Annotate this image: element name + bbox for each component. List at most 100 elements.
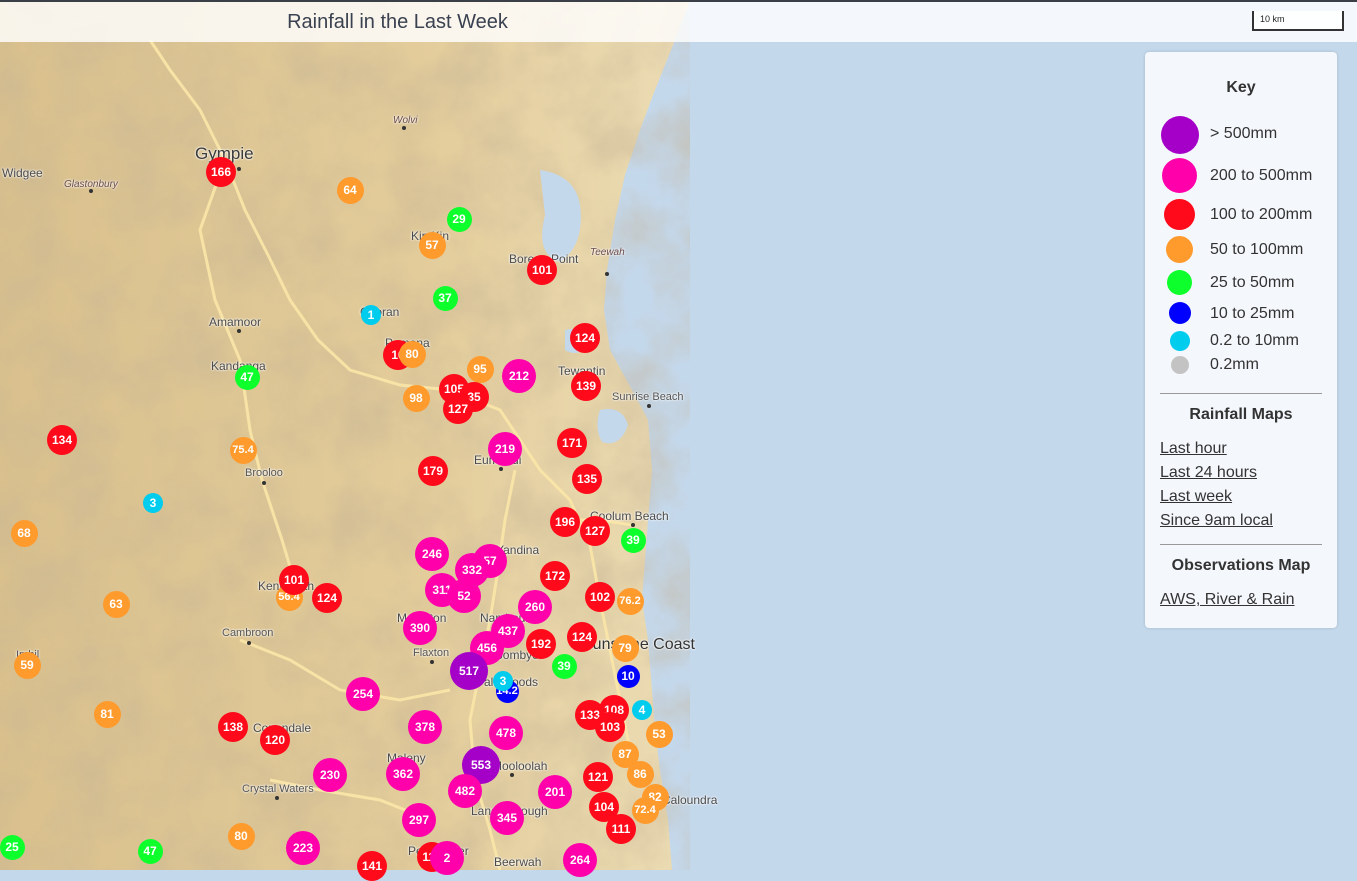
rainfall-marker[interactable]: 63 bbox=[102, 590, 130, 618]
rainfall-marker[interactable]: 134 bbox=[47, 425, 77, 455]
rainfall-marker[interactable]: 254 bbox=[346, 677, 380, 711]
legend-label: 25 to 50mm bbox=[1210, 274, 1295, 291]
rainfall-marker[interactable]: 223 bbox=[286, 831, 320, 865]
rainfall-marker[interactable]: 124 bbox=[567, 622, 597, 652]
rainfall-marker[interactable]: 246 bbox=[415, 537, 449, 571]
rainfall-marker[interactable]: 135 bbox=[572, 464, 602, 494]
rainfall-marker[interactable]: 362 bbox=[386, 757, 420, 791]
rainfall-marker[interactable]: 95 bbox=[466, 355, 494, 383]
rainfall-marker[interactable]: 139 bbox=[571, 371, 601, 401]
rainfall-marker[interactable]: 4 bbox=[632, 700, 652, 720]
rainfall-marker[interactable]: 141 bbox=[357, 851, 387, 881]
rainfall-marker[interactable]: 212 bbox=[502, 359, 536, 393]
rainfall-marker[interactable]: 260 bbox=[518, 590, 552, 624]
legend-swatch-100-200 bbox=[1164, 199, 1195, 230]
place-label: Beerwah bbox=[494, 855, 542, 869]
legend-label: 100 to 200mm bbox=[1210, 206, 1313, 223]
rainfall-marker[interactable]: 37 bbox=[432, 285, 458, 311]
town-dot bbox=[237, 329, 241, 333]
rainfall-marker[interactable]: 101 bbox=[527, 255, 557, 285]
rainfall-marker[interactable]: 25 bbox=[0, 834, 25, 860]
place-label: Brooloo bbox=[245, 467, 283, 479]
rainfall-marker[interactable]: 68 bbox=[10, 519, 38, 547]
rainfall-marker[interactable]: 76.2 bbox=[616, 587, 644, 615]
rainfall-marker[interactable]: 29 bbox=[446, 206, 472, 232]
town-dot bbox=[605, 272, 609, 276]
town-dot bbox=[247, 641, 251, 645]
divider bbox=[1160, 544, 1322, 545]
legend-item: 200 to 500mm bbox=[1145, 158, 1337, 194]
rainfall-marker[interactable]: 101 bbox=[279, 565, 309, 595]
town-dot bbox=[402, 126, 406, 130]
rainfall-marker[interactable]: 124 bbox=[312, 583, 342, 613]
rainfall-marker[interactable]: 482 bbox=[448, 774, 482, 808]
rainfall-marker[interactable]: 103 bbox=[595, 712, 625, 742]
rainfall-marker[interactable]: 52 bbox=[447, 579, 481, 613]
rainfall-marker[interactable]: 39 bbox=[620, 527, 646, 553]
legend-swatch-200-500 bbox=[1162, 158, 1197, 193]
rainfall-marker[interactable]: 138 bbox=[218, 712, 248, 742]
rainfall-marker[interactable]: 378 bbox=[408, 710, 442, 744]
link-aws-river-rain[interactable]: AWS, River & Rain bbox=[1160, 591, 1295, 609]
rainfall-marker[interactable]: 53 bbox=[645, 720, 673, 748]
rainfall-marker[interactable]: 166 bbox=[206, 157, 236, 187]
link-last-24-hours[interactable]: Last 24 hours bbox=[1160, 464, 1257, 482]
rainfall-marker[interactable]: 3 bbox=[143, 493, 163, 513]
place-label: Teewah bbox=[590, 247, 625, 258]
rainfall-marker[interactable]: 121 bbox=[583, 762, 613, 792]
legend-item: 100 to 200mm bbox=[1145, 199, 1337, 235]
link-since-9am[interactable]: Since 9am local bbox=[1160, 512, 1273, 530]
rainfall-marker[interactable]: 79 bbox=[611, 634, 639, 662]
rainfall-marker[interactable]: 57 bbox=[418, 231, 446, 259]
rainfall-marker[interactable]: 478 bbox=[489, 716, 523, 750]
rainfall-marker[interactable]: 80 bbox=[398, 340, 426, 368]
rainfall-marker[interactable]: 98 bbox=[402, 384, 430, 412]
legend-title: Key bbox=[1226, 79, 1256, 96]
rainfall-marker[interactable]: 172 bbox=[540, 561, 570, 591]
rainfall-marker[interactable]: 264 bbox=[563, 843, 597, 877]
legend-swatch-10-25 bbox=[1169, 302, 1191, 324]
rainfall-marker[interactable]: 102 bbox=[585, 582, 615, 612]
rainfall-marker[interactable]: 127 bbox=[580, 516, 610, 546]
legend-swatch-50-100 bbox=[1166, 236, 1193, 263]
town-dot bbox=[262, 481, 266, 485]
rainfall-marker[interactable]: 390 bbox=[403, 611, 437, 645]
place-label: Widgee bbox=[2, 166, 43, 180]
rainfall-marker[interactable]: 81 bbox=[93, 700, 121, 728]
rainfall-marker[interactable]: 179 bbox=[418, 456, 448, 486]
rainfall-marker[interactable]: 171 bbox=[557, 428, 587, 458]
rainfall-marker[interactable]: 517 bbox=[450, 652, 488, 690]
rainfall-marker[interactable]: 297 bbox=[402, 803, 436, 837]
rainfall-marker[interactable]: 345 bbox=[490, 801, 524, 835]
link-last-week[interactable]: Last week bbox=[1160, 488, 1232, 506]
scale-bar: 10 km bbox=[1252, 11, 1344, 31]
rainfall-marker[interactable]: 3 bbox=[493, 671, 513, 691]
legend-item: 50 to 100mm bbox=[1145, 236, 1337, 272]
rainfall-marker[interactable]: 201 bbox=[538, 775, 572, 809]
legend-panel: Key > 500mm 200 to 500mm 100 to 200mm 50… bbox=[1145, 52, 1337, 628]
rainfall-marker[interactable]: 124 bbox=[570, 323, 600, 353]
rainfall-marker[interactable]: 47 bbox=[234, 364, 260, 390]
legend-swatch-over-500 bbox=[1161, 116, 1199, 154]
rainfall-marker[interactable]: 47 bbox=[137, 838, 163, 864]
rainfall-marker[interactable]: 1 bbox=[361, 305, 381, 325]
rainfall-marker[interactable]: 196 bbox=[550, 507, 580, 537]
rainfall-marker[interactable]: 111 bbox=[606, 814, 636, 844]
rainfall-marker[interactable]: 72.4 bbox=[631, 796, 659, 824]
rainfall-marker[interactable]: 192 bbox=[526, 629, 556, 659]
rainfall-marker[interactable]: 86 bbox=[626, 760, 654, 788]
legend-swatch-0-2 bbox=[1171, 356, 1189, 374]
place-label: Cambroon bbox=[222, 627, 274, 639]
rainfall-marker[interactable]: 230 bbox=[313, 758, 347, 792]
rainfall-marker[interactable]: 10 bbox=[616, 664, 640, 688]
link-last-hour[interactable]: Last hour bbox=[1160, 440, 1227, 458]
rainfall-marker[interactable]: 80 bbox=[227, 822, 255, 850]
rainfall-marker[interactable]: 64 bbox=[336, 176, 364, 204]
rainfall-marker[interactable]: 127 bbox=[443, 394, 473, 424]
place-label: Sunrise Beach bbox=[612, 391, 684, 403]
rainfall-marker[interactable]: 75.4 bbox=[229, 436, 257, 464]
rainfall-marker[interactable]: 59 bbox=[13, 651, 41, 679]
rainfall-marker[interactable]: 39 bbox=[551, 653, 577, 679]
rainfall-marker[interactable]: 219 bbox=[488, 432, 522, 466]
rainfall-marker[interactable]: 120 bbox=[260, 725, 290, 755]
